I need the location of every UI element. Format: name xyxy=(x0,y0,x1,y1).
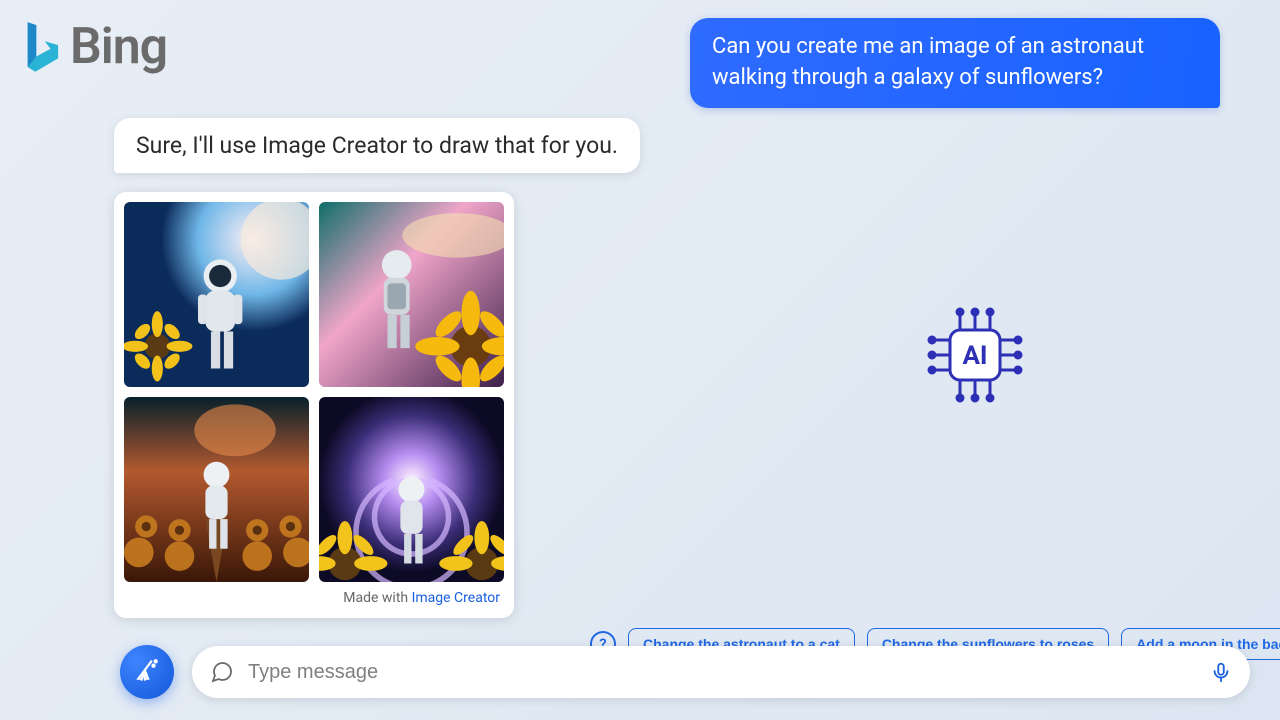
user-message-text: Can you create me an image of an astrona… xyxy=(712,34,1144,90)
made-with-prefix: Made with xyxy=(343,590,411,606)
ai-chip-label: AI xyxy=(962,341,987,371)
composer xyxy=(120,644,1250,700)
generated-image-2[interactable] xyxy=(319,202,504,387)
ai-chip-icon: AI xyxy=(920,300,1030,414)
broom-icon xyxy=(134,657,160,687)
user-message-bubble: Can you create me an image of an astrona… xyxy=(690,18,1220,108)
made-with-caption: Made with Image Creator xyxy=(124,582,504,608)
chat-area: Can you create me an image of an astrona… xyxy=(0,0,1280,720)
image-creator-link[interactable]: Image Creator xyxy=(412,590,500,606)
image-results-card: Made with Image Creator xyxy=(114,192,514,618)
generated-image-1[interactable] xyxy=(124,202,309,387)
generated-image-4[interactable] xyxy=(319,397,504,582)
generated-image-3[interactable] xyxy=(124,397,309,582)
message-input-container xyxy=(192,646,1250,698)
microphone-icon[interactable] xyxy=(1210,661,1232,683)
new-topic-button[interactable] xyxy=(120,645,174,699)
assistant-message-text: Sure, I'll use Image Creator to draw tha… xyxy=(136,132,618,159)
message-input[interactable] xyxy=(248,661,1196,684)
assistant-message-bubble: Sure, I'll use Image Creator to draw tha… xyxy=(114,118,640,173)
chat-bubble-icon xyxy=(210,660,234,684)
